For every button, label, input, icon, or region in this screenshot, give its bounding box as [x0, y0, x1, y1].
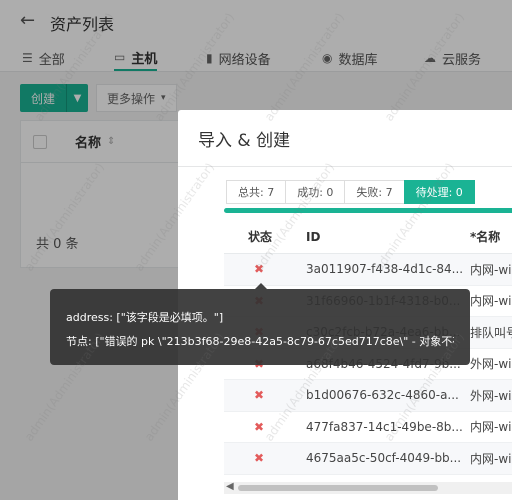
- cell-name: 排队叫号: [470, 325, 512, 340]
- cell-name: 内网-wi: [470, 451, 512, 466]
- table-row[interactable]: ✖ 3a011907-f438-4d1c-84... 内网-wi: [224, 254, 512, 286]
- scrollbar-thumb[interactable]: [238, 485, 438, 491]
- error-tooltip: address: ["该字段是必填项。"] 节点: ["错误的 pk \"213…: [50, 289, 470, 365]
- column-name: *名称: [470, 230, 501, 244]
- column-status: 状态: [248, 230, 273, 244]
- status-filter: 总共: 7 成功: 0 失败: 7 待处理: 0: [226, 180, 475, 204]
- cell-name: 内网-wi: [470, 262, 512, 277]
- tooltip-node-error: 节点: ["错误的 pk \"213b3f68-29e8-42a5-8c79-6…: [66, 335, 454, 348]
- error-icon[interactable]: ✖: [224, 262, 306, 276]
- cell-name: 外网-wi: [470, 388, 512, 403]
- table-header: 状态 ID *名称: [224, 220, 512, 254]
- tooltip-address-error: address: ["该字段是必填项。"]: [66, 311, 224, 324]
- table-row[interactable]: ✖ 477fa837-14c1-49be-8b... 内网-wi: [224, 412, 512, 443]
- cell-name: 外网-wi: [470, 357, 512, 372]
- horizontal-scrollbar[interactable]: ◀: [224, 481, 512, 494]
- cell-id: 477fa837-14c1-49be-8b...: [306, 419, 463, 434]
- stat-total[interactable]: 总共: 7: [226, 180, 287, 204]
- column-id: ID: [306, 229, 321, 244]
- scroll-left-icon[interactable]: ◀: [226, 481, 234, 492]
- progress-bar: [224, 208, 512, 213]
- cell-id: 3a011907-f438-4d1c-84...: [306, 262, 464, 277]
- cell-name: 内网-wi: [470, 294, 512, 309]
- error-icon[interactable]: ✖: [224, 420, 306, 434]
- stat-success[interactable]: 成功: 0: [285, 180, 346, 204]
- dialog-title: 导入 & 创建: [198, 131, 291, 151]
- table-row[interactable]: ✖ 4675aa5c-50cf-4049-bb... 内网-wi: [224, 443, 512, 475]
- error-icon[interactable]: ✖: [224, 388, 306, 402]
- table-row[interactable]: ✖ b1d00676-632c-4860-a... 外网-wi: [224, 380, 512, 412]
- cell-id: b1d00676-632c-4860-a...: [306, 388, 459, 403]
- stat-failed[interactable]: 失败: 7: [344, 180, 405, 204]
- cell-id: 4675aa5c-50cf-4049-bb...: [306, 451, 462, 466]
- cell-name: 内网-wi: [470, 420, 512, 435]
- divider: [178, 166, 512, 167]
- stat-pending[interactable]: 待处理: 0: [403, 180, 475, 204]
- error-icon[interactable]: ✖: [224, 451, 306, 465]
